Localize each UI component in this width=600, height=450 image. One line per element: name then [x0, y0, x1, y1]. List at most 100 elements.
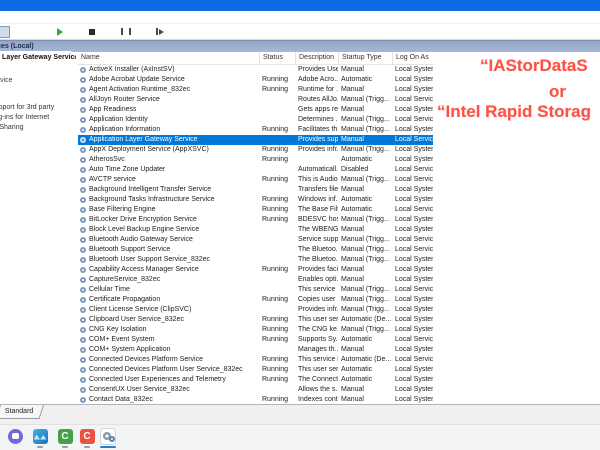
table-row[interactable]: AppX Deployment Service (AppXSVC)Running… [78, 145, 433, 155]
service-description: Determines ... [295, 115, 338, 125]
table-row[interactable]: Background Intelligent Transfer ServiceT… [78, 185, 433, 195]
table-row[interactable]: Background Tasks Infrastructure ServiceR… [78, 195, 433, 205]
service-logon-as: Local System [392, 65, 433, 75]
table-row[interactable]: Bluetooth Audio Gateway ServiceService s… [78, 235, 433, 245]
table-row[interactable]: Certificate PropagationRunningCopies use… [78, 295, 433, 305]
service-description [295, 155, 338, 165]
service-gear-icon [80, 247, 86, 253]
service-name: COM+ Event System [89, 335, 155, 345]
service-startup-type: Automatic [338, 365, 392, 375]
table-row[interactable]: Adobe Acrobat Update ServiceRunningAdobe… [78, 75, 433, 85]
service-gear-icon [80, 377, 86, 383]
service-logon-as: Local System [392, 345, 433, 355]
taskbar-green-c-app[interactable]: C [57, 428, 73, 444]
service-startup-type: Manual [338, 135, 392, 145]
table-row[interactable]: App ReadinessGets apps re...ManualLocal … [78, 105, 433, 115]
service-logon-as: Local System [392, 75, 433, 85]
table-row[interactable]: Application IdentityDetermines ...Manual… [78, 115, 433, 125]
column-header-name[interactable]: Name [78, 52, 259, 64]
service-startup-type: Automatic (De... [338, 355, 392, 365]
service-logon-as: Local System [392, 365, 433, 375]
table-row[interactable]: AtherosSvcRunningAutomaticLocal System [78, 155, 433, 165]
service-logon-as: Local System [392, 385, 433, 395]
table-row[interactable]: COM+ Event SystemRunningSupports Sy...Au… [78, 335, 433, 345]
table-row[interactable]: Bluetooth User Support Service_832ecThe … [78, 255, 433, 265]
taskbar-services-app[interactable] [100, 428, 116, 444]
table-row[interactable]: BitLocker Drive Encryption ServiceRunnin… [78, 215, 433, 225]
table-row[interactable]: ConsentUX User Service_832ecAllows the s… [78, 385, 433, 395]
window-titlebar[interactable] [0, 0, 600, 11]
table-row[interactable]: AVCTP serviceRunningThis is Audio...Manu… [78, 175, 433, 185]
column-header-status[interactable]: Status [259, 52, 295, 64]
menu-bar[interactable] [0, 11, 600, 24]
table-row[interactable]: Application Layer Gateway ServiceProvide… [78, 135, 433, 145]
column-header-description[interactable]: Description [295, 52, 338, 64]
tab-standard[interactable]: Standard [0, 405, 44, 419]
restart-service-button[interactable] [154, 26, 166, 37]
service-status [259, 165, 295, 175]
taskbar-chat-app[interactable] [7, 428, 23, 444]
toolbar [0, 24, 600, 40]
service-status [259, 285, 295, 295]
service-name: Cellular Time [89, 285, 130, 295]
stop-service-button[interactable] [86, 26, 98, 37]
service-logon-as: Local Service [392, 95, 433, 105]
table-row[interactable]: Client License Service (ClipSVC)Provides… [78, 305, 433, 315]
table-row[interactable]: CaptureService_832ecEnables opti...Manua… [78, 275, 433, 285]
service-name: CNG Key Isolation [89, 325, 147, 335]
service-status: Running [259, 175, 295, 185]
start-service-button[interactable] [54, 26, 66, 37]
table-row[interactable]: Capability Access Manager ServiceRunning… [78, 265, 433, 275]
taskbar-photos-app[interactable] [32, 428, 48, 444]
table-row[interactable]: Cellular TimeThis service ...Manual (Tri… [78, 285, 433, 295]
service-startup-type: Manual [338, 105, 392, 115]
service-description: Provides Use... [295, 65, 338, 75]
column-header-startup-type[interactable]: Startup Type [338, 52, 392, 64]
table-row[interactable]: Bluetooth Support ServiceThe Bluetoo...M… [78, 245, 433, 255]
column-header-log-on-as[interactable]: Log On As [392, 52, 433, 64]
service-logon-as: Local System [392, 275, 433, 285]
table-row[interactable]: AllJoyn Router ServiceRoutes AllJo...Man… [78, 95, 433, 105]
table-row[interactable]: ActiveX Installer (AxInstSV)Provides Use… [78, 65, 433, 75]
service-logon-as: Local System [392, 105, 433, 115]
table-row[interactable]: Application InformationRunningFacilitate… [78, 125, 433, 135]
service-status: Running [259, 195, 295, 205]
table-row[interactable]: Connected Devices Platform User Service_… [78, 365, 433, 375]
table-row[interactable]: Connected User Experiences and Telemetry… [78, 375, 433, 385]
service-name: Background Intelligent Transfer Service [89, 185, 211, 195]
service-logon-as: Local Service [392, 205, 433, 215]
taskbar-red-c-app[interactable]: C [79, 428, 95, 444]
table-row[interactable]: Auto Time Zone UpdaterAutomaticall...Dis… [78, 165, 433, 175]
service-gear-icon [80, 397, 86, 403]
service-status [259, 385, 295, 395]
service-startup-type: Manual (Trigg... [338, 295, 392, 305]
service-status [259, 275, 295, 285]
service-logon-as: Local Service [392, 285, 433, 295]
service-status: Running [259, 365, 295, 375]
table-row[interactable]: Connected Devices Platform ServiceRunnin… [78, 355, 433, 365]
start-service-link[interactable]: Start the service [0, 77, 13, 84]
service-description: The CNG ke... [295, 325, 338, 335]
service-gear-icon [80, 167, 86, 173]
table-row[interactable]: CNG Key IsolationRunningThe CNG ke...Man… [78, 325, 433, 335]
table-row[interactable]: Block Level Backup Engine ServiceThe WBE… [78, 225, 433, 235]
service-description: BDESVC hos... [295, 215, 338, 225]
table-row[interactable]: COM+ System ApplicationManages th...Manu… [78, 345, 433, 355]
table-row[interactable]: Base Filtering EngineRunningThe Base Fil… [78, 205, 433, 215]
table-row[interactable]: Agent Activation Runtime_832ecRunningRun… [78, 85, 433, 95]
service-description: Supports Sy... [295, 335, 338, 345]
service-status [259, 115, 295, 125]
service-status: Running [259, 325, 295, 335]
description-line: protocol plug-ins for Internet [0, 114, 49, 121]
console-window-icon[interactable] [0, 26, 10, 38]
service-startup-type: Manual [338, 225, 392, 235]
service-description: Copies user ... [295, 295, 338, 305]
service-gear-icon [80, 227, 86, 233]
service-logon-as: Local Service [392, 245, 433, 255]
pause-service-button[interactable] [120, 26, 132, 37]
service-gear-icon [80, 257, 86, 263]
extended-description-pane: Application Layer Gateway Service Start … [0, 51, 76, 404]
service-description: Routes AllJo... [295, 95, 338, 105]
table-row[interactable]: Clipboard User Service_832ecRunningThis … [78, 315, 433, 325]
service-name: Connected Devices Platform User Service_… [89, 365, 243, 375]
